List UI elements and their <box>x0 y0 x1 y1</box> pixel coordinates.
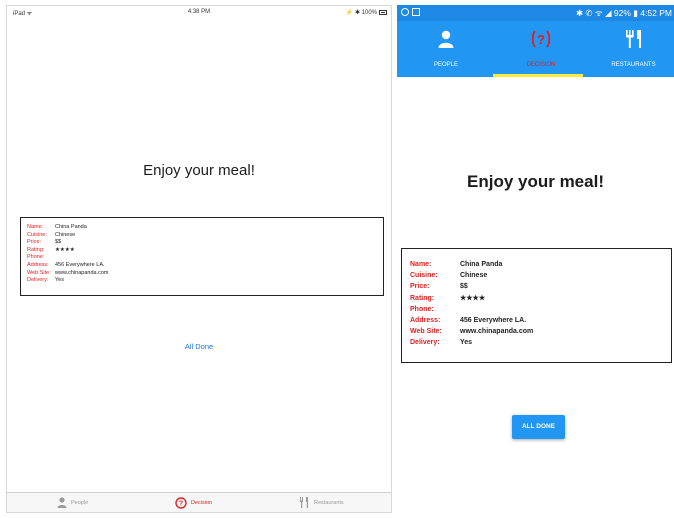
detail-label: Cuisine: <box>27 231 47 238</box>
tab-people[interactable]: People <box>57 497 88 508</box>
android-status-info: ✱ ✆ ᯤ ◢ 92% ▮ 4:52 PM <box>575 8 672 18</box>
question-icon: ? <box>531 30 551 48</box>
detail-value: 456 Everywhere LA. <box>55 261 105 268</box>
detail-label: Cuisine: <box>410 272 438 280</box>
person-icon <box>438 30 454 48</box>
detail-value: ★★★★ <box>460 294 486 302</box>
detail-row-website: Web Site: www.chinapanda.com <box>410 326 671 337</box>
utensils-icon <box>300 497 308 508</box>
tab-label: Decision <box>191 500 213 506</box>
detail-row-price: Price: $$ <box>27 239 383 247</box>
tab-label: People <box>71 499 89 506</box>
svg-text:?: ? <box>537 32 545 47</box>
android-screen: ✱ ✆ ᯤ ◢ 92% ▮ 4:52 PM PEOPLE ? DECISION <box>397 5 674 518</box>
detail-row-cuisine: Cuisine: Chinese <box>410 270 671 281</box>
tab-label: RESTAURANTS <box>611 62 656 68</box>
ipad-screen: iPad ᯤ 4:38 PM ⚡ ✱ 100% Enjoy your meal!… <box>6 5 392 513</box>
detail-label: Address: <box>27 261 49 268</box>
detail-value: China Panda <box>460 261 503 268</box>
detail-label: Name: <box>410 261 432 268</box>
detail-label: Phone: <box>410 305 434 313</box>
detail-value: www.chinapanda.com <box>460 328 534 336</box>
detail-value: Yes <box>460 339 473 347</box>
detail-value: Yes <box>55 277 64 284</box>
ios-status-device: iPad ᯤ <box>13 11 33 17</box>
detail-label: Web Site: <box>410 328 442 336</box>
detail-row-address: Address: 456 Everywhere LA. <box>27 262 383 270</box>
restaurant-details-card: Name: China Panda Cuisine: Chinese Price… <box>20 217 384 296</box>
tab-label: DECISION <box>526 62 556 68</box>
question-icon: ? <box>175 497 187 509</box>
detail-row-cuisine: Cuisine: Chinese <box>27 232 383 240</box>
detail-row-address: Address: 456 Everywhere LA. <box>410 315 671 326</box>
detail-row-phone: Phone: <box>27 254 383 262</box>
android-status-bar: ✱ ✆ ᯤ ◢ 92% ▮ 4:52 PM <box>397 5 674 21</box>
detail-row-name: Name: China Panda <box>410 259 671 270</box>
detail-value: ★★★★ <box>55 246 75 253</box>
restaurant-details-card: Name: China Panda Cuisine: Chinese Price… <box>401 248 672 363</box>
detail-label: Delivery: <box>27 277 49 284</box>
all-done-link[interactable]: All Done <box>7 342 391 351</box>
ios-status-bar: iPad ᯤ 4:38 PM ⚡ ✱ 100% <box>7 6 391 20</box>
detail-value: www.chinapanda.com <box>55 269 109 276</box>
svg-text:?: ? <box>179 501 183 508</box>
tab-people[interactable]: PEOPLE <box>407 21 485 77</box>
tab-decision[interactable]: ? DECISION <box>497 21 585 77</box>
detail-value: $$ <box>55 239 62 246</box>
detail-label: Delivery: <box>410 339 440 347</box>
detail-row-phone: Phone: <box>410 304 671 315</box>
all-done-button[interactable]: ALL DONE <box>512 415 565 439</box>
detail-label: Phone: <box>27 254 45 261</box>
detail-value: $$ <box>460 283 468 291</box>
detail-row-price: Price: $$ <box>410 281 671 292</box>
detail-label: Price: <box>27 239 42 246</box>
detail-label: Address: <box>410 316 441 324</box>
detail-row-delivery: Delivery: Yes <box>410 337 671 348</box>
android-tab-bar: PEOPLE ? DECISION RESTAURANTS <box>397 21 674 77</box>
ios-status-battery-text: ⚡ ✱ 100% <box>345 10 377 16</box>
notification-icon <box>401 8 409 16</box>
tab-restaurants[interactable]: RESTAURANTS <box>593 21 674 77</box>
utensils-icon <box>625 30 641 48</box>
detail-value: China Panda <box>55 224 87 230</box>
detail-label: Name: <box>27 224 44 230</box>
detail-label: Web Site: <box>27 269 51 276</box>
tab-restaurants[interactable]: Restaurants <box>299 497 344 508</box>
detail-row-name: Name: China Panda <box>27 224 383 232</box>
detail-value: Chinese <box>460 272 488 280</box>
tab-label: Restaurants <box>314 499 344 506</box>
battery-icon <box>379 10 387 15</box>
person-icon <box>57 497 67 508</box>
tab-decision[interactable]: ? Decision <box>175 497 212 509</box>
detail-row-rating: Rating: ★★★★ <box>410 293 671 304</box>
detail-label: Price: <box>410 283 430 291</box>
screenshot-icon <box>412 8 420 16</box>
ios-tab-bar: People ? Decision Restaurants <box>7 492 391 512</box>
page-title: Enjoy your meal! <box>143 162 255 179</box>
selected-tab-indicator <box>493 74 583 77</box>
tab-label: PEOPLE <box>433 62 458 68</box>
detail-row-rating: Rating: ★★★★ <box>27 247 383 255</box>
detail-label: Rating: <box>27 246 45 253</box>
detail-value: Chinese <box>55 231 76 238</box>
ios-status-time: 4:38 PM <box>187 9 211 15</box>
page-title: Enjoy your meal! <box>467 172 604 191</box>
detail-label: Rating: <box>410 294 435 302</box>
detail-row-delivery: Delivery: Yes <box>27 277 383 285</box>
detail-value: 456 Everywhere LA. <box>460 316 527 324</box>
detail-row-website: Web Site: www.chinapanda.com <box>27 270 383 278</box>
